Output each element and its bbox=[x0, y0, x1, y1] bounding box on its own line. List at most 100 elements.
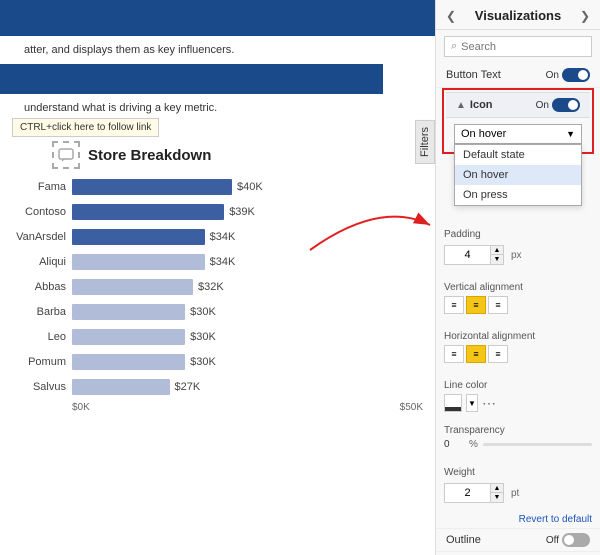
icon-dropdown-selected[interactable]: On hover ▼ bbox=[454, 124, 582, 144]
weight-input[interactable]: 2 ▲ ▼ bbox=[444, 483, 504, 503]
padding-input[interactable]: 4 ▲ ▼ bbox=[444, 245, 504, 265]
transparency-slider-row: 0 % bbox=[444, 439, 592, 450]
bar-row: Aliqui$34K bbox=[72, 252, 423, 272]
padding-value: 4 bbox=[445, 249, 490, 261]
bar-value: $34K bbox=[210, 256, 236, 268]
horizontal-alignment-label: Horizontal alignment bbox=[444, 331, 592, 342]
transparency-label: Transparency bbox=[444, 425, 592, 436]
filters-tab[interactable]: Filters bbox=[415, 120, 435, 164]
bar-track: $40K bbox=[72, 179, 423, 195]
padding-decrement[interactable]: ▼ bbox=[491, 255, 503, 264]
transparency-value: 0 bbox=[444, 439, 464, 450]
revert-link[interactable]: Revert to default bbox=[436, 511, 600, 528]
panel-back-icon[interactable]: ❮ bbox=[446, 9, 456, 23]
icon-section-title: Icon bbox=[470, 99, 493, 111]
line-color-label: Line color bbox=[444, 380, 592, 391]
bar-track: $34K bbox=[72, 229, 423, 245]
bar-value: $32K bbox=[198, 281, 224, 293]
bar-label: Abbas bbox=[6, 281, 66, 293]
bar-label: VanArsdel bbox=[6, 231, 66, 243]
bar-fill bbox=[72, 229, 205, 245]
ctrl-link-tooltip[interactable]: CTRL+click here to follow link bbox=[12, 118, 159, 137]
h-align-right[interactable]: ≡ bbox=[488, 345, 508, 363]
x-axis: $0K $50K bbox=[12, 402, 423, 413]
bar-value: $30K bbox=[190, 331, 216, 343]
button-text-thumb bbox=[578, 70, 588, 80]
bar-fill bbox=[72, 254, 205, 270]
bar-fill bbox=[72, 379, 170, 395]
x-axis-max: $50K bbox=[400, 402, 423, 413]
padding-stepper[interactable]: ▲ ▼ bbox=[490, 246, 503, 264]
bar-value: $30K bbox=[190, 306, 216, 318]
button-text-track[interactable] bbox=[562, 68, 590, 82]
padding-unit: px bbox=[511, 250, 522, 261]
icon-section-header: ▲ Icon On bbox=[446, 92, 590, 118]
search-icon: ⌕ bbox=[451, 40, 457, 53]
vertical-alignment-row: ≡ ≡ ≡ bbox=[444, 296, 592, 314]
search-input[interactable] bbox=[461, 41, 585, 53]
bar-value: $39K bbox=[229, 206, 255, 218]
bar-label: Contoso bbox=[6, 206, 66, 218]
x-axis-min: $0K bbox=[72, 402, 90, 413]
dropdown-item-press[interactable]: On press bbox=[455, 185, 581, 205]
v-align-bottom[interactable]: ≡ bbox=[488, 296, 508, 314]
panel-forward-icon[interactable]: ❯ bbox=[580, 9, 590, 23]
weight-value: 2 bbox=[445, 487, 490, 499]
color-swatch[interactable] bbox=[444, 394, 462, 412]
bar-row: Fama$40K bbox=[72, 177, 423, 197]
icon-track[interactable] bbox=[552, 98, 580, 112]
bar-track: $34K bbox=[72, 254, 423, 270]
bar-track: $27K bbox=[72, 379, 423, 395]
bar-value: $30K bbox=[190, 356, 216, 368]
bar-label: Fama bbox=[6, 181, 66, 193]
transparency-unit: % bbox=[469, 439, 478, 450]
bar-track: $39K bbox=[72, 204, 423, 220]
fill-row: Fill Off bbox=[436, 551, 600, 555]
dropdown-item-default[interactable]: Default state bbox=[455, 145, 581, 165]
weight-decrement[interactable]: ▼ bbox=[491, 493, 503, 502]
bar-label: Salvus bbox=[6, 381, 66, 393]
outline-label: Outline bbox=[446, 534, 481, 546]
bar-track: $30K bbox=[72, 329, 423, 345]
outline-toggle[interactable]: Off bbox=[546, 533, 590, 547]
chart-title: Store Breakdown bbox=[88, 147, 211, 164]
top-description-text: atter, and displays them as key influenc… bbox=[12, 40, 246, 60]
outline-track[interactable] bbox=[562, 533, 590, 547]
bar-value: $27K bbox=[175, 381, 201, 393]
viz-panel: ❮ Visualizations ❯ ⌕ Button Text On ▲ Ic… bbox=[435, 0, 600, 555]
h-align-left[interactable]: ≡ bbox=[444, 345, 464, 363]
weight-increment[interactable]: ▲ bbox=[491, 484, 503, 493]
v-align-top[interactable]: ≡ bbox=[444, 296, 464, 314]
button-text-label: Button Text bbox=[446, 69, 501, 81]
bar-row: VanArsdel$34K bbox=[72, 227, 423, 247]
horizontal-alignment-row: ≡ ≡ ≡ bbox=[444, 345, 592, 363]
bar-label: Pomum bbox=[6, 356, 66, 368]
button-text-row: Button Text On bbox=[436, 63, 600, 88]
padding-section: Padding 4 ▲ ▼ px bbox=[436, 220, 600, 273]
weight-row: 2 ▲ ▼ pt bbox=[444, 481, 592, 507]
line-color-row: ▼ ⋯ bbox=[444, 394, 592, 412]
bar-label: Barba bbox=[6, 306, 66, 318]
color-dropdown-arrow[interactable]: ▼ bbox=[466, 394, 478, 412]
h-align-center[interactable]: ≡ bbox=[466, 345, 486, 363]
icon-chevron-up[interactable]: ▲ bbox=[456, 100, 466, 111]
weight-stepper[interactable]: ▲ ▼ bbox=[490, 484, 503, 502]
chart-header: Store Breakdown bbox=[12, 141, 423, 169]
padding-increment[interactable]: ▲ bbox=[491, 246, 503, 255]
transparency-track[interactable] bbox=[483, 443, 592, 446]
bar-row: Abbas$32K bbox=[72, 277, 423, 297]
bar-row: Leo$30K bbox=[72, 327, 423, 347]
outline-thumb bbox=[564, 535, 574, 545]
icon-dropdown-menu: Default state On hover On press bbox=[454, 144, 582, 206]
icon-toggle[interactable]: On bbox=[536, 98, 580, 112]
ellipsis-icon[interactable]: ⋯ bbox=[482, 395, 496, 412]
dropdown-arrow-icon: ▼ bbox=[566, 129, 575, 139]
icon-dropdown-container: On hover ▼ Default state On hover On pre… bbox=[454, 124, 582, 144]
bar-fill bbox=[72, 354, 185, 370]
button-text-toggle[interactable]: On bbox=[546, 68, 590, 82]
vertical-alignment-label: Vertical alignment bbox=[444, 282, 592, 293]
search-box[interactable]: ⌕ bbox=[444, 36, 592, 57]
v-align-middle[interactable]: ≡ bbox=[466, 296, 486, 314]
chart-area: atter, and displays them as key influenc… bbox=[0, 0, 435, 555]
dropdown-item-hover[interactable]: On hover bbox=[455, 165, 581, 185]
